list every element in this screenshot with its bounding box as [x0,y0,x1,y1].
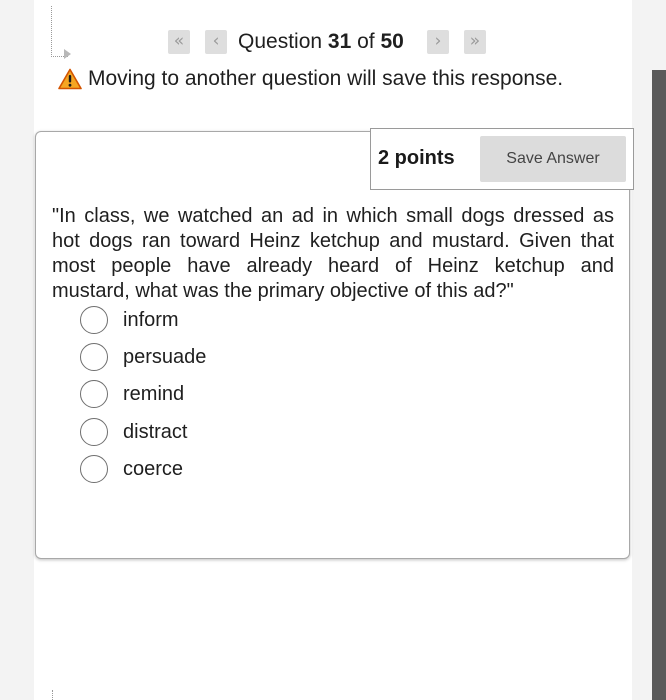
option-label: remind [123,383,185,405]
question-counter-prefix: Question [238,30,323,53]
question-text: "In class, we watched an ad in which sma… [52,205,614,302]
first-question-button[interactable]: « [168,30,190,54]
chevron-left-icon: ‹ [212,31,220,51]
option-inform[interactable]: inform [80,304,380,338]
option-persuade[interactable]: persuade [80,341,380,375]
option-label: distract [123,421,188,443]
last-question-button[interactable]: » [464,30,486,54]
radio-button[interactable] [80,418,108,446]
bottom-dotted-line [52,690,54,700]
total-questions: 50 [380,30,404,53]
option-label: inform [123,309,179,331]
option-distract[interactable]: distract [80,416,380,450]
chevron-right-icon: › [434,31,442,51]
radio-button[interactable] [80,306,108,334]
current-question-number: 31 [327,30,352,53]
radio-button[interactable] [80,343,108,371]
points-label: 2 points [378,147,455,169]
option-coerce[interactable]: coerce [80,453,380,487]
option-label: coerce [123,458,184,480]
radio-button[interactable] [80,455,108,483]
question-navigation: « ‹ Question 31 of 50 › » [0,28,666,56]
double-chevron-right-icon: » [469,31,481,51]
double-chevron-left-icon: « [173,31,185,51]
save-answer-button[interactable]: Save Answer [480,136,626,182]
scrollbar[interactable] [652,70,666,700]
previous-question-button[interactable]: ‹ [205,30,227,54]
question-counter: Question 31 of 50 [238,28,404,56]
next-question-button[interactable]: › [427,30,449,54]
radio-button[interactable] [80,380,108,408]
warning-text: Moving to another question will save thi… [88,67,564,90]
option-label: persuade [123,346,207,368]
warning-icon [58,68,82,90]
question-counter-of: of [357,30,375,53]
option-remind[interactable]: remind [80,378,380,412]
